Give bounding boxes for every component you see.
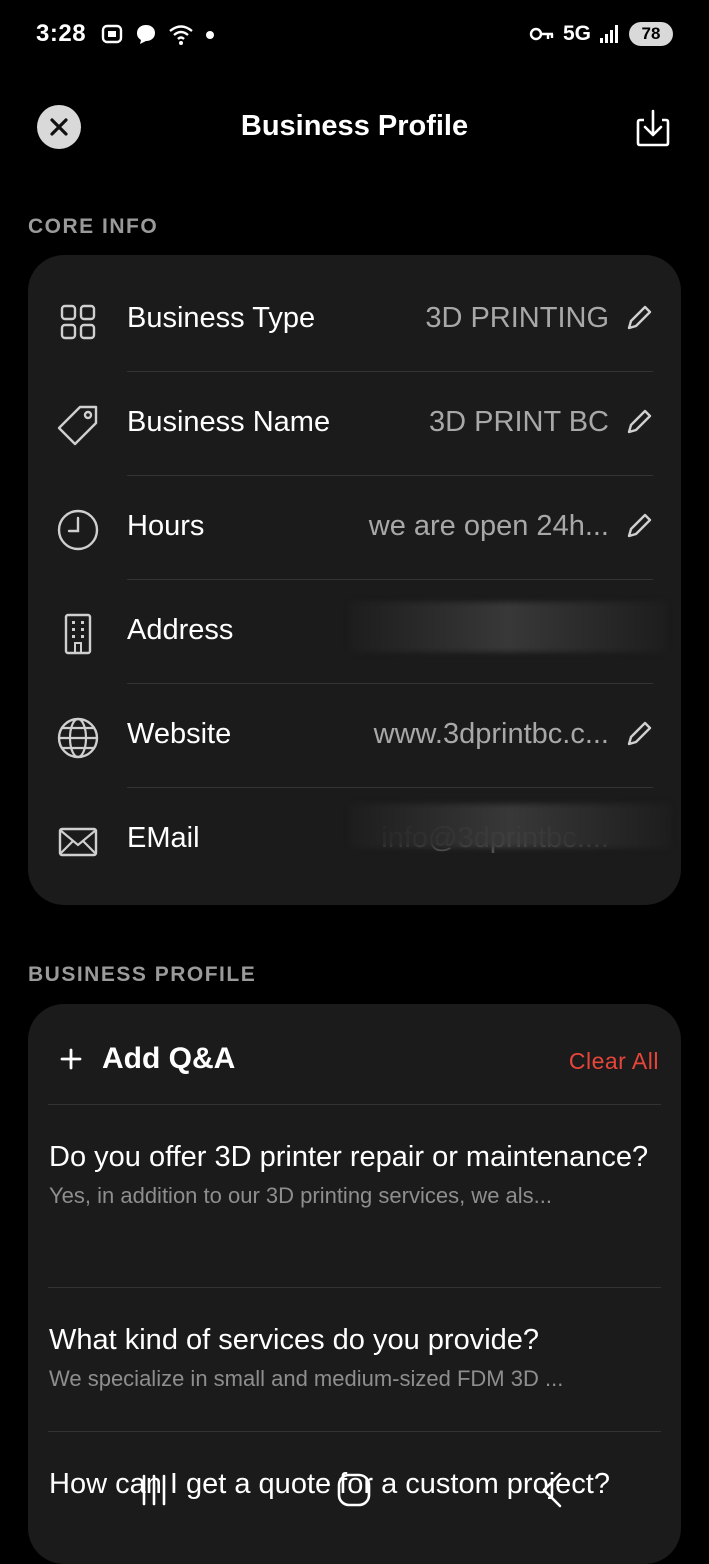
row-business-name[interactable]: Business Name 3D PRINT BC xyxy=(28,372,681,476)
qa-question: Do you offer 3D printer repair or mainte… xyxy=(49,1141,649,1173)
row-label: EMail xyxy=(127,822,200,854)
row-website[interactable]: Website www.3dprintbc.c... xyxy=(28,684,681,788)
add-qa-button[interactable]: Add Q&A xyxy=(58,1042,235,1076)
add-qa-label: Add Q&A xyxy=(102,1042,236,1075)
clock-icon xyxy=(57,509,99,551)
row-email[interactable]: EMail info@3dprintbc.... xyxy=(28,788,681,892)
edit-pencil-icon[interactable] xyxy=(625,304,653,332)
redacted-address xyxy=(350,602,666,652)
edit-pencil-icon[interactable] xyxy=(625,408,653,436)
qa-answer: We specialize in small and medium-sized … xyxy=(49,1366,564,1391)
clear-all-button[interactable]: Clear All xyxy=(569,1048,659,1075)
edit-pencil-icon[interactable] xyxy=(625,512,653,540)
row-label: Website xyxy=(127,718,232,750)
qa-answer: Yes, in addition to our 3D printing serv… xyxy=(49,1183,553,1208)
grid-icon xyxy=(60,304,96,340)
tag-icon xyxy=(57,405,98,446)
status-icons-right: 5G 78 xyxy=(529,22,673,46)
globe-icon xyxy=(57,717,99,759)
battery-icon: 78 xyxy=(629,22,673,46)
core-info-card: Business Type 3D PRINTING Business Name … xyxy=(28,255,681,905)
back-icon[interactable] xyxy=(532,1468,576,1512)
status-time: 3:28 xyxy=(36,20,87,47)
qa-item[interactable]: Do you offer 3D printer repair or mainte… xyxy=(49,1138,659,1209)
row-value: 3D PRINTING xyxy=(425,302,609,334)
row-label: Address xyxy=(127,614,234,646)
plus-icon xyxy=(60,1048,82,1070)
vpn-key-icon xyxy=(529,27,554,41)
wifi-icon xyxy=(169,25,193,45)
row-business-type[interactable]: Business Type 3D PRINTING xyxy=(28,268,681,372)
network-type: 5G xyxy=(562,22,591,45)
row-label: Hours xyxy=(127,510,205,542)
header: Business Profile xyxy=(0,90,709,166)
qa-item[interactable]: What kind of services do you provide? We… xyxy=(49,1321,659,1392)
section-label-core-info: CORE INFO xyxy=(28,215,159,238)
system-nav-bar xyxy=(0,1450,709,1536)
signal-icon xyxy=(600,25,618,43)
divider xyxy=(48,1431,661,1432)
row-value: www.3dprintbc.c... xyxy=(373,718,609,750)
download-icon[interactable] xyxy=(635,108,671,148)
chat-bubble-icon xyxy=(137,25,155,44)
row-address[interactable]: Address xyxy=(28,580,681,684)
row-label: Business Name xyxy=(127,406,331,438)
home-icon[interactable] xyxy=(332,1468,376,1512)
mail-icon xyxy=(58,827,98,857)
status-bar: 3:28 5G 78 xyxy=(0,0,709,72)
dot-icon xyxy=(206,31,214,39)
building-icon xyxy=(64,613,92,655)
redacted-email xyxy=(350,804,670,848)
section-label-business-profile: BUSINESS PROFILE xyxy=(28,963,257,986)
page-title: Business Profile xyxy=(240,110,469,142)
divider xyxy=(48,1104,661,1105)
status-icons-left xyxy=(100,22,216,46)
row-value: 3D PRINT BC xyxy=(429,406,609,438)
qa-question: What kind of services do you provide? xyxy=(49,1324,540,1356)
edit-pencil-icon[interactable] xyxy=(625,720,653,748)
recents-icon[interactable] xyxy=(132,1468,176,1512)
row-value: we are open 24h... xyxy=(368,510,609,542)
row-label: Business Type xyxy=(127,302,316,334)
screenshot-icon xyxy=(101,24,123,44)
row-hours[interactable]: Hours we are open 24h... xyxy=(28,476,681,580)
divider xyxy=(48,1287,661,1288)
